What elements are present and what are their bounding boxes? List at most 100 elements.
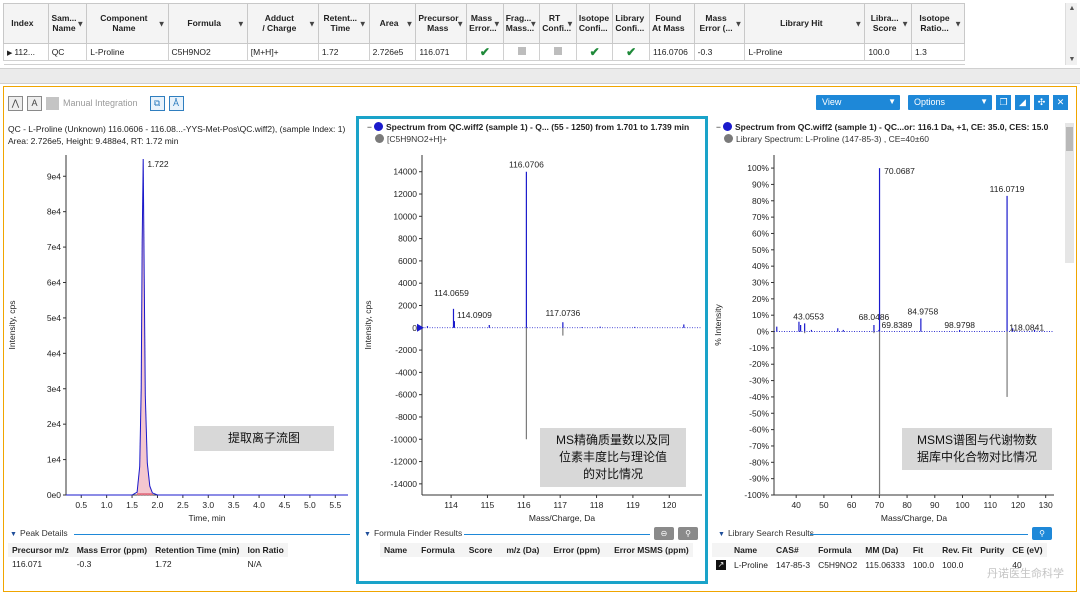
results-table: Index Sam... Name ▼ Component Name ▼ Formu…	[3, 3, 965, 65]
splitter[interactable]	[0, 68, 1080, 84]
y-tick-label: 6000	[398, 256, 417, 266]
col-library-score[interactable]: Libra... Score ▼	[864, 3, 913, 44]
x-tick-label: 70	[875, 500, 885, 510]
filter-icon[interactable]: ▼	[566, 19, 574, 28]
peak-details-cell: 116.071	[12, 559, 43, 569]
scroll-down-icon[interactable]: ▼	[1066, 56, 1078, 63]
col-mass-error-ppm[interactable]: Mass Error (... ▼	[693, 3, 746, 44]
options-dropdown[interactable]: Options ▼	[908, 95, 992, 110]
col-isotope-ratio[interactable]: Isotope Ratio... ▼	[911, 3, 965, 44]
peak-label: 1.722	[147, 159, 169, 169]
col-index[interactable]: Index	[3, 3, 49, 44]
y-tick-label: 60%	[752, 228, 769, 238]
y-tick-label: 0e0	[47, 490, 61, 500]
peak-label-icon[interactable]: Å	[168, 95, 184, 111]
formula-col: m/z (Da)	[502, 543, 550, 557]
col-rt-conf[interactable]: RT Confi... ▼	[539, 3, 577, 44]
col-formula[interactable]: Formula ▼	[167, 3, 248, 44]
zoom-icon[interactable]: ⧉	[149, 95, 165, 111]
x-tick-label: 3.5	[228, 500, 240, 510]
manual-integration-label: Manual Integration	[63, 98, 138, 108]
formula-search-icon[interactable]: ⚲	[678, 527, 698, 540]
xic-title-line1: QC - L-Proline (Unknown) 116.0606 - 116.…	[8, 124, 346, 134]
legend-grey-dot-icon	[724, 134, 733, 143]
xic-chart[interactable]: 0e0 1e4 2e4 3e4 4e4 5e4 6e4 7e4 8e4 9e4 0.5 1.0 1.5 2…	[6, 149, 354, 529]
legend-blue-dot-icon	[373, 122, 383, 131]
filter-icon[interactable]: ▼	[359, 19, 367, 28]
col-adduct-charge[interactable]: Adduct / Charge ▼	[246, 3, 319, 44]
library-col: Rev. Fit	[938, 543, 977, 557]
y-tick-label: 9e4	[47, 171, 61, 181]
msms-chart[interactable]: -100% -90% -80% -70% -60% -50% -40% -30% -20% -10…	[712, 149, 1058, 529]
library-col: Name	[730, 543, 773, 557]
chart-toolbar: ⋀ A Manual Integration ⧉ Å	[8, 95, 184, 111]
peak-label: 114.0659	[434, 288, 469, 298]
col-mass-error-conf[interactable]: Mass Error... ▼	[466, 3, 504, 44]
filter-icon[interactable]: ▼	[493, 19, 501, 28]
filter-icon[interactable]: ▼	[405, 19, 413, 28]
y-tick-label: -90%	[749, 474, 769, 484]
structure-thumbnail-icon[interactable]: ↗	[716, 560, 726, 570]
filter-icon[interactable]: ▼	[529, 19, 537, 28]
cell-mass-error-conf: ✔	[466, 43, 504, 61]
peak-details-header-row: Precursor m/z Mass Error (ppm) Retention…	[8, 543, 288, 557]
library-search-icon[interactable]: ⚲	[1032, 527, 1052, 540]
integration-icon[interactable]: A	[27, 95, 42, 111]
library-search-header[interactable]: ▼ Library Search Results	[718, 528, 814, 538]
x-tick-label: 1.0	[101, 500, 113, 510]
peak-details-col: Retention Time (min)	[151, 543, 244, 557]
results-scrollbar[interactable]: ▲ ▼	[1065, 3, 1077, 65]
scroll-up-icon[interactable]: ▲	[1066, 5, 1078, 12]
x-axis-label: Mass/Charge, Da	[881, 513, 947, 523]
col-library-hit[interactable]: Library Hit ▼	[744, 3, 866, 44]
msms-scrollbar[interactable]	[1065, 123, 1074, 263]
options-label: Options	[914, 97, 946, 107]
close-icon[interactable]: ✕	[1053, 95, 1068, 110]
col-frag-mass[interactable]: Frag... Mass... ▼	[502, 3, 541, 44]
manual-integration-checkbox[interactable]	[46, 96, 59, 110]
filter-icon[interactable]: ▼	[735, 19, 743, 28]
col-sample-name[interactable]: Sam... Name ▼	[47, 3, 88, 44]
col-retention-time[interactable]: Retent... Time ▼	[317, 3, 370, 44]
table-row[interactable]: 116.071 -0.3 1.72 N/A	[8, 557, 288, 571]
cell-formula: C5H9NO2	[167, 43, 248, 61]
formula-finder-header[interactable]: ▼ Formula Finder Results	[364, 528, 462, 538]
filter-icon[interactable]: ▼	[854, 19, 862, 28]
filter-icon[interactable]: ▼	[158, 19, 166, 28]
y-tick-label: -8000	[395, 412, 417, 422]
y-tick-label: 2e4	[47, 419, 61, 429]
auto-integrate-icon[interactable]: ⋀	[8, 95, 23, 111]
col-isotope-conf[interactable]: Isotope Confi...	[575, 3, 614, 44]
cell-frag-mass	[502, 43, 541, 61]
filter-icon[interactable]: ▼	[308, 19, 316, 28]
formula-col: Formula	[417, 543, 465, 557]
y-tick-label: -40%	[749, 392, 769, 402]
msms-svg[interactable]: -100% -90% -80% -70% -60% -50% -40% -30% -20% -10…	[712, 149, 1058, 529]
cell-found-at-mass: 116.0706	[648, 43, 695, 61]
col-found-at-mass[interactable]: Found At Mass	[648, 3, 695, 44]
filter-icon[interactable]: ▼	[456, 19, 464, 28]
table-row[interactable]: ▶ 112... QC L-Proline C5H9NO2 [M+H]+ 1.7…	[3, 43, 965, 61]
library-cell: C5H9NO2	[818, 559, 858, 570]
ms-overlay-label: MS精确质量数以及同 位素丰度比与理论值 的对比情况	[540, 428, 686, 487]
col-area[interactable]: Area ▼	[368, 3, 417, 44]
copy-icon[interactable]: ❐	[996, 95, 1011, 110]
view-dropdown[interactable]: View ▼	[816, 95, 900, 110]
library-cell: L-Proline	[734, 559, 769, 570]
col-library-conf[interactable]: Library Confi...	[612, 3, 650, 44]
xic-svg[interactable]: 0e0 1e4 2e4 3e4 4e4 5e4 6e4 7e4 8e4 9e4 0.5 1.0 1.5 2…	[6, 149, 354, 529]
library-col: CAS#	[772, 543, 815, 557]
restore-icon[interactable]: ◢	[1015, 95, 1030, 110]
layout-icon[interactable]: ✣	[1034, 95, 1049, 110]
col-component-name[interactable]: Component Name ▼	[86, 3, 169, 44]
x-tick-label: 90	[930, 500, 940, 510]
filter-icon[interactable]: ▼	[76, 19, 84, 28]
library-cell: 100.0	[912, 559, 935, 570]
y-tick-label: 80%	[752, 196, 769, 206]
filter-icon[interactable]: ▼	[954, 19, 962, 28]
peak-details-header[interactable]: ▼ Peak Details	[10, 528, 68, 538]
filter-icon[interactable]: ▼	[237, 19, 245, 28]
filter-icon[interactable]: ▼	[901, 19, 909, 28]
formula-settings-icon[interactable]: ⊖	[654, 527, 674, 540]
col-precursor-mass[interactable]: Precursor Mass ▼	[415, 3, 468, 44]
